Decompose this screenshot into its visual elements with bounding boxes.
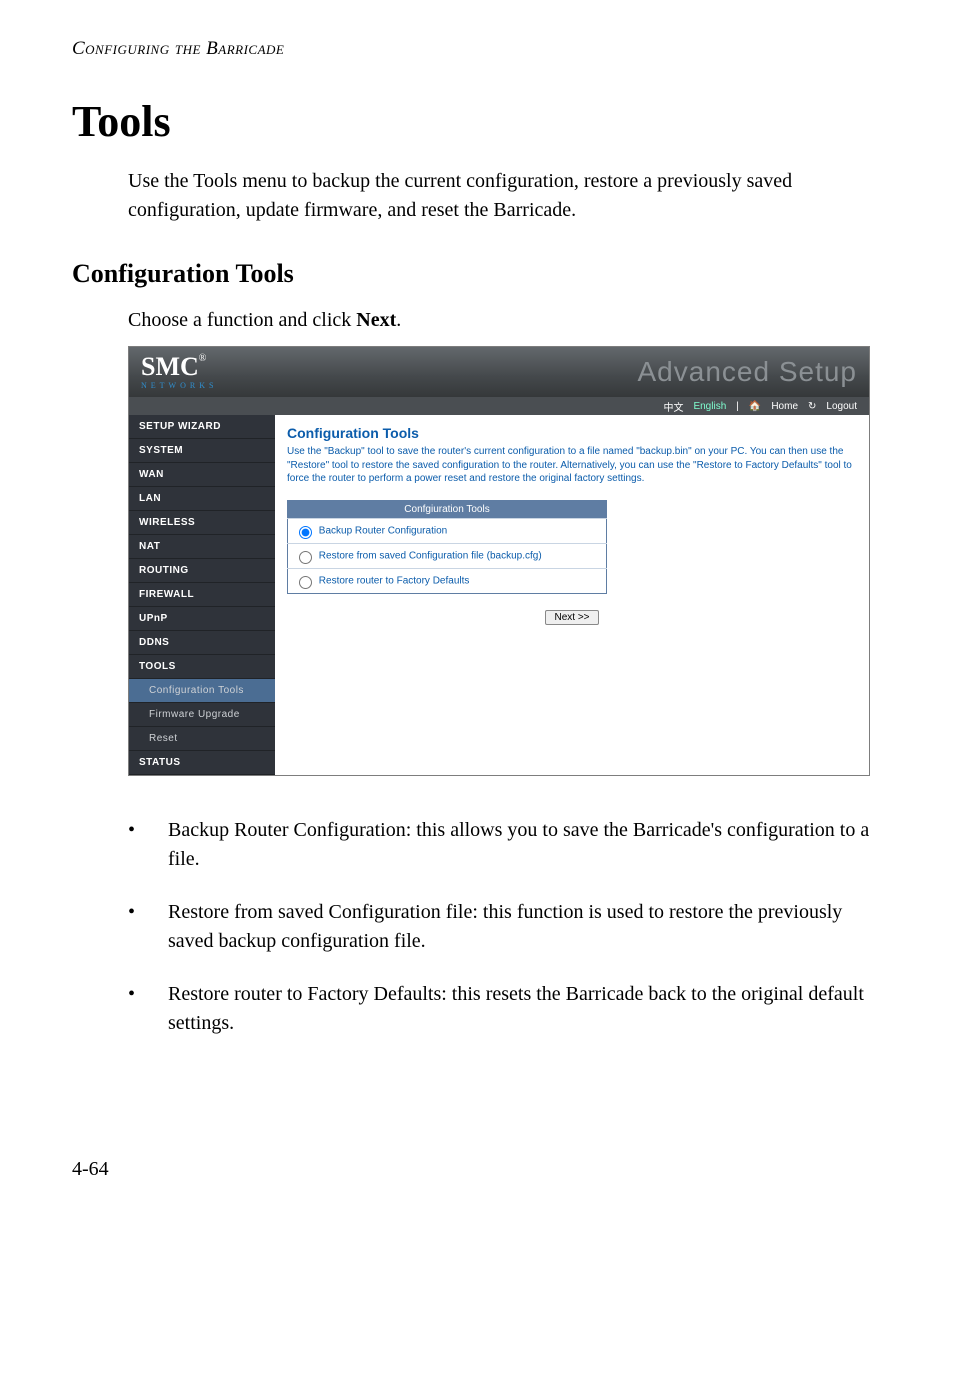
radio-backup[interactable]	[299, 526, 312, 539]
next-button-container: Next >>	[287, 610, 857, 625]
nav-lan[interactable]: LAN	[129, 487, 275, 511]
option-label-factory: Restore router to Factory Defaults	[319, 575, 470, 586]
main-heading: Configuration Tools	[287, 425, 857, 441]
config-tools-table: Confgiuration Tools Backup Router Config…	[287, 500, 607, 594]
page-number: 4-64	[72, 1158, 882, 1181]
home-link[interactable]: Home	[771, 401, 798, 412]
nav-tools[interactable]: TOOLS	[129, 655, 275, 679]
nav-setup-wizard[interactable]: SETUP WIZARD	[129, 415, 275, 439]
bullet-marker: •	[128, 980, 168, 1038]
next-button[interactable]: Next >>	[545, 610, 598, 625]
screenshot-main: Configuration Tools Use the "Backup" too…	[275, 415, 869, 775]
nav-firewall[interactable]: FIREWALL	[129, 583, 275, 607]
radio-restore[interactable]	[299, 551, 312, 564]
section-intro-prefix: Choose a function and click	[128, 309, 356, 331]
option-row-restore[interactable]: Restore from saved Configuration file (b…	[288, 543, 607, 568]
option-label-backup: Backup Router Configuration	[319, 525, 447, 536]
logo-text: SMC	[141, 352, 199, 381]
logo: SMC® Networks	[141, 354, 217, 390]
section-intro-suffix: .	[396, 309, 401, 331]
screenshot-header: SMC® Networks Advanced Setup	[129, 347, 869, 397]
bullet-marker: •	[128, 898, 168, 956]
next-keyword: Next	[356, 309, 396, 331]
nav-upnp[interactable]: UPnP	[129, 607, 275, 631]
bullet-text-1: Backup Router Configuration: this allows…	[168, 816, 882, 874]
home-icon: 🏠	[749, 401, 761, 412]
nav-wireless[interactable]: WIRELESS	[129, 511, 275, 535]
nav-firmware-upgrade[interactable]: Firmware Upgrade	[129, 703, 275, 727]
brand-right: Advanced Setup	[638, 356, 858, 388]
nav-nat[interactable]: NAT	[129, 535, 275, 559]
table-header: Confgiuration Tools	[288, 500, 607, 518]
main-description: Use the "Backup" tool to save the router…	[287, 445, 857, 486]
bullet-text-3: Restore router to Factory Defaults: this…	[168, 980, 882, 1038]
logo-subtext: Networks	[141, 382, 217, 390]
running-head: Configuring the Barricade	[72, 38, 882, 60]
sidebar-nav: SETUP WIZARD SYSTEM WAN LAN WIRELESS NAT…	[129, 415, 275, 775]
page-title: Tools	[72, 96, 882, 147]
bullet-item-2: • Restore from saved Configuration file:…	[128, 898, 882, 956]
lang-cn-link[interactable]: 中文	[663, 399, 683, 414]
nav-reset[interactable]: Reset	[129, 727, 275, 751]
option-row-factory[interactable]: Restore router to Factory Defaults	[288, 568, 607, 593]
option-row-backup[interactable]: Backup Router Configuration	[288, 518, 607, 543]
bullet-text-2: Restore from saved Configuration file: t…	[168, 898, 882, 956]
nav-status[interactable]: STATUS	[129, 751, 275, 775]
router-screenshot: SMC® Networks Advanced Setup 中文 English …	[128, 346, 870, 776]
screenshot-body: SETUP WIZARD SYSTEM WAN LAN WIRELESS NAT…	[129, 415, 869, 775]
bullet-item-3: • Restore router to Factory Defaults: th…	[128, 980, 882, 1038]
bullet-list: • Backup Router Configuration: this allo…	[128, 816, 882, 1038]
nav-configuration-tools[interactable]: Configuration Tools	[129, 679, 275, 703]
intro-paragraph: Use the Tools menu to backup the current…	[128, 167, 882, 225]
logout-link[interactable]: Logout	[826, 401, 857, 412]
nav-routing[interactable]: ROUTING	[129, 559, 275, 583]
nav-wan[interactable]: WAN	[129, 463, 275, 487]
bullet-marker: •	[128, 816, 168, 874]
bullet-item-1: • Backup Router Configuration: this allo…	[128, 816, 882, 874]
nav-ddns[interactable]: DDNS	[129, 631, 275, 655]
logout-icon: ↻	[808, 401, 816, 412]
radio-factory[interactable]	[299, 576, 312, 589]
option-label-restore: Restore from saved Configuration file (b…	[319, 550, 542, 561]
document-page: Configuring the Barricade Tools Use the …	[0, 0, 954, 1221]
screenshot-subbar: 中文 English | 🏠 Home ↻ Logout	[129, 397, 869, 415]
section-intro: Choose a function and click Next.	[128, 309, 882, 332]
nav-system[interactable]: SYSTEM	[129, 439, 275, 463]
section-heading: Configuration Tools	[72, 259, 882, 289]
logo-reg: ®	[199, 353, 207, 364]
separator: |	[736, 401, 739, 412]
lang-en-link[interactable]: English	[693, 401, 726, 412]
